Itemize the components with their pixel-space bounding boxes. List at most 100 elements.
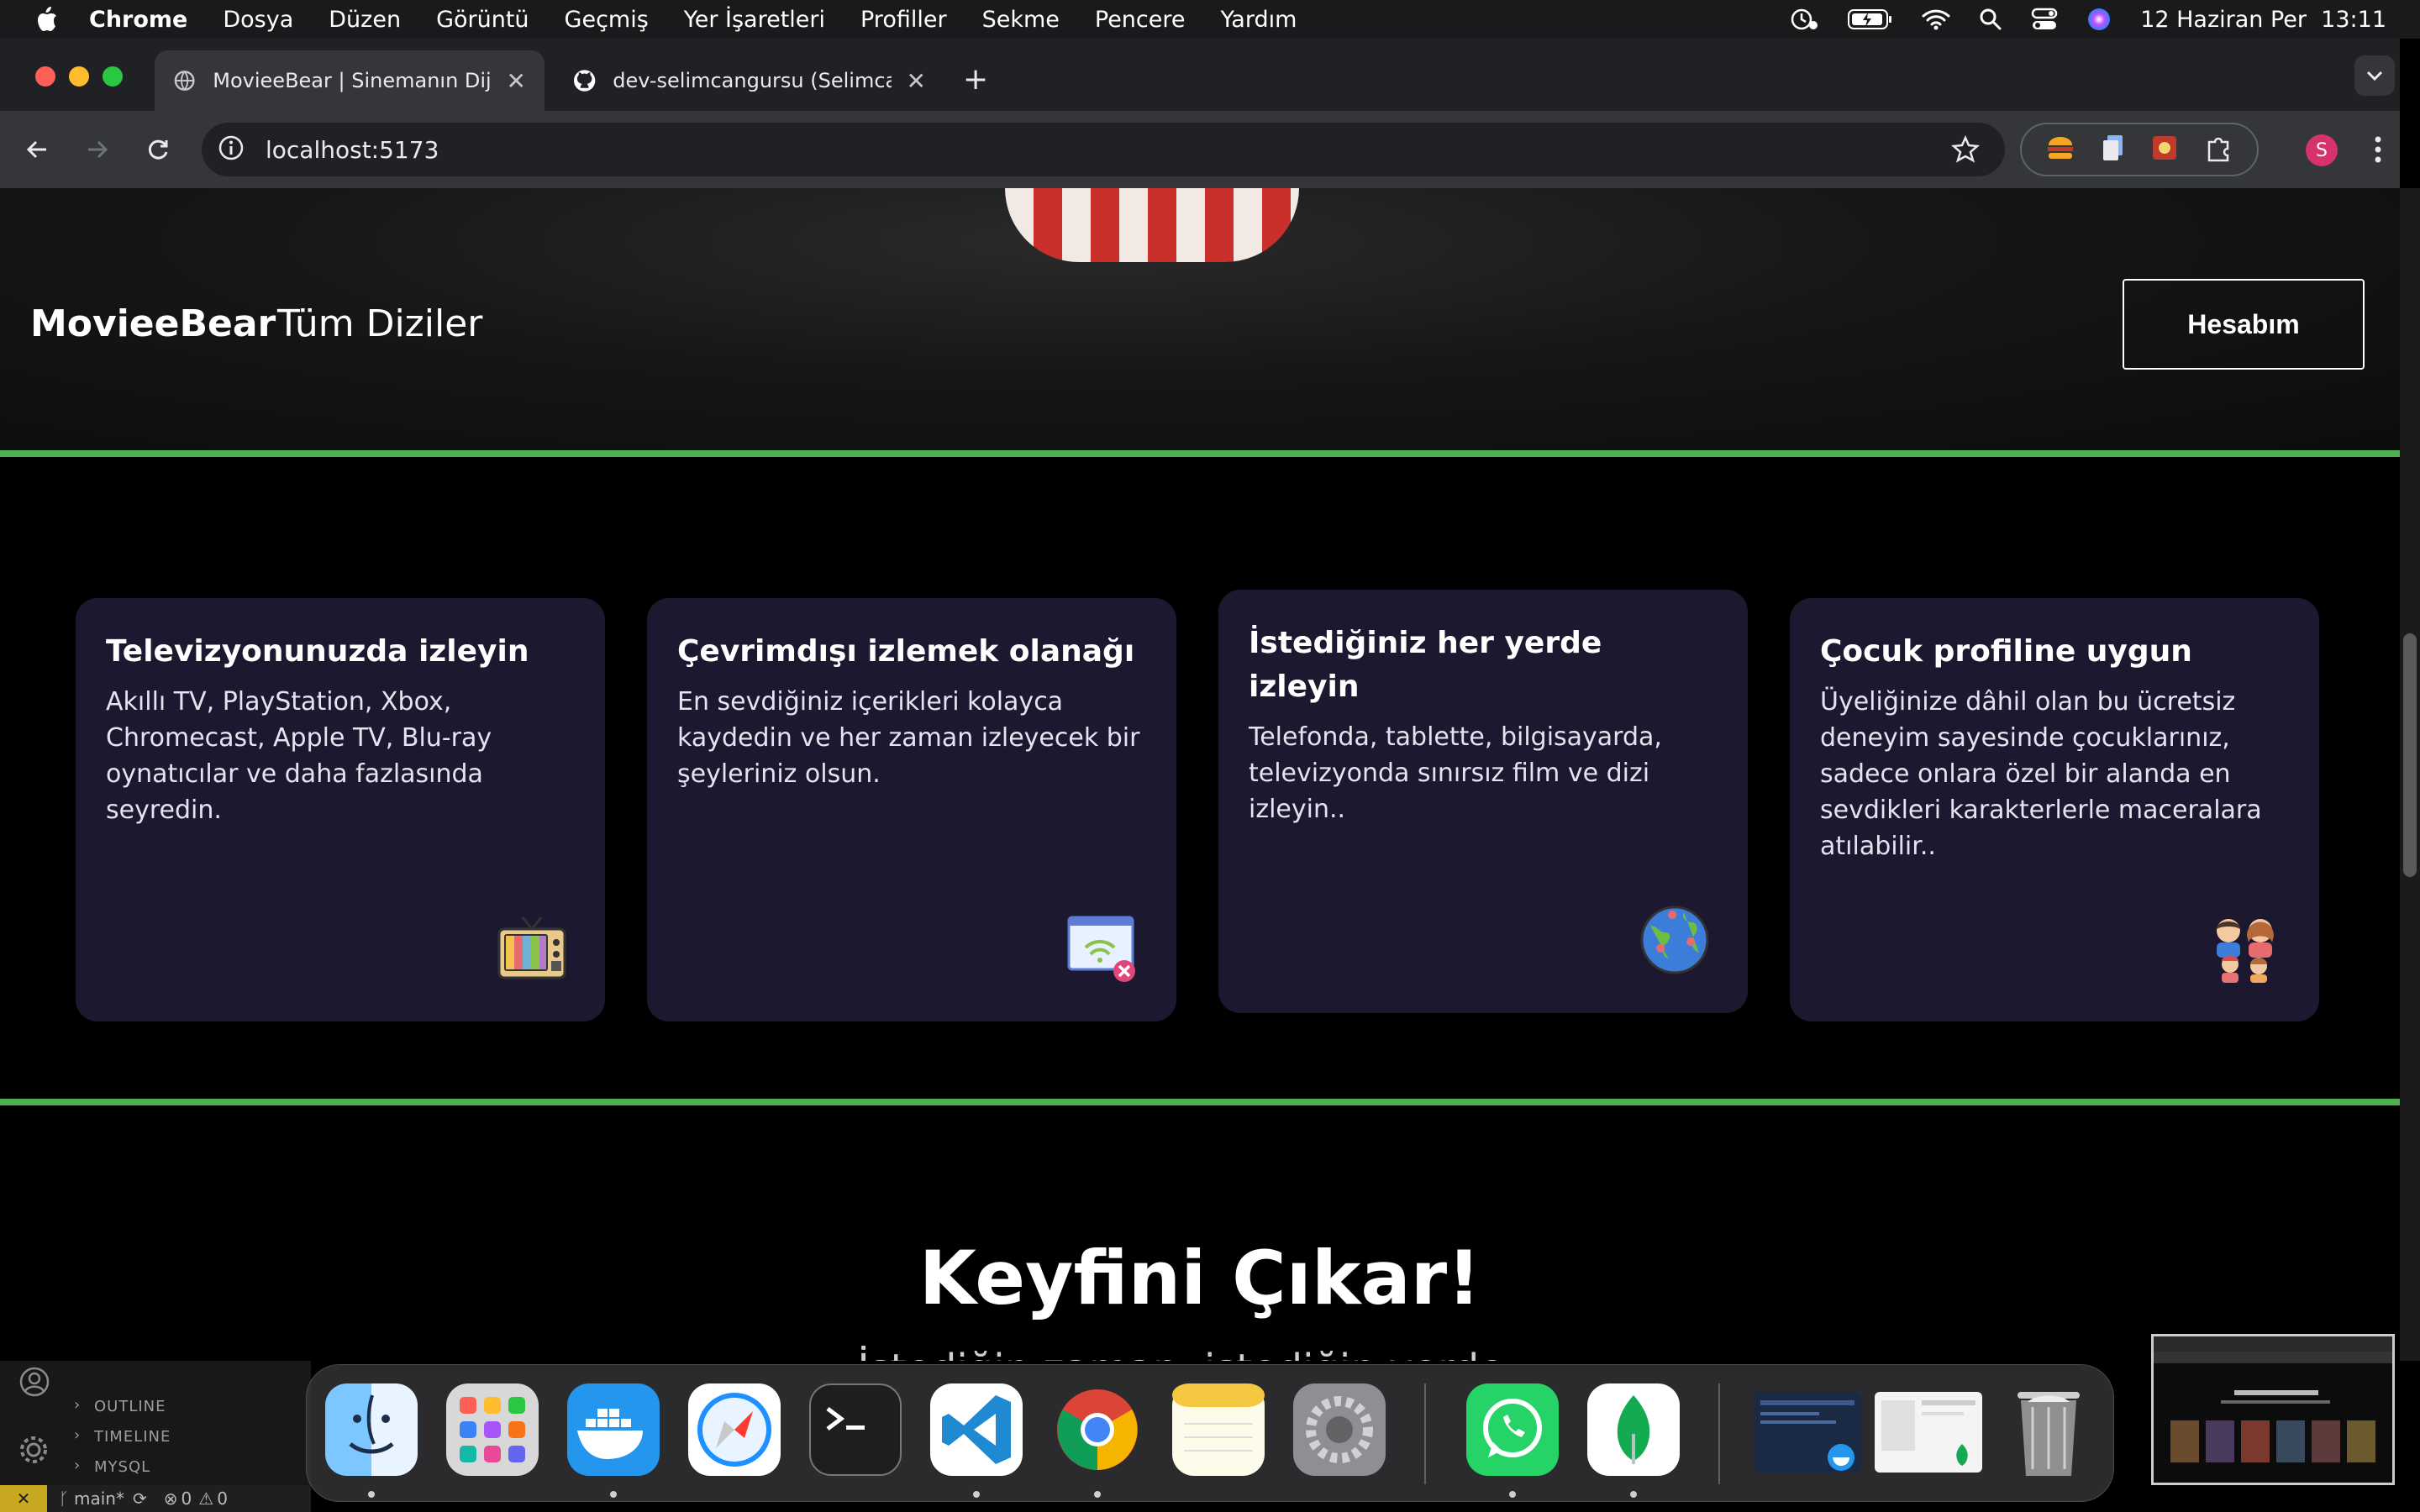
globe-icon: [1640, 906, 1709, 974]
vscode-section-outline[interactable]: OUTLINE: [94, 1398, 166, 1415]
burger-extension-icon[interactable]: [2046, 135, 2075, 164]
apple-menu-icon[interactable]: [34, 7, 59, 32]
screenshot-preview-thumbnail[interactable]: [2151, 1334, 2395, 1485]
finder-icon[interactable]: [325, 1383, 418, 1476]
globe-favicon-icon: [174, 71, 195, 91]
family-icon: [2217, 919, 2274, 983]
bookmark-star-icon[interactable]: [1951, 134, 1980, 167]
account-button[interactable]: Hesabım: [2123, 279, 2365, 370]
running-indicator: [1630, 1491, 1637, 1498]
new-tab-plus-icon[interactable]: +: [963, 62, 988, 97]
chrome-icon[interactable]: [1051, 1383, 1144, 1476]
browser-toolbar: localhost:5173 S: [0, 111, 2400, 188]
tv-icon: [497, 916, 566, 979]
chevron-right-icon: ›: [74, 1426, 81, 1444]
feature-text: Telefonda, tablette, bilgisayarda, telev…: [1249, 722, 1662, 824]
macos-dock: [306, 1364, 2114, 1502]
cta-title: Keyfini Çıkar!: [918, 1235, 1481, 1321]
reload-icon[interactable]: [141, 133, 175, 166]
battery-icon[interactable]: [1848, 8, 1893, 30]
mongodb-compass-icon[interactable]: [1587, 1383, 1680, 1476]
git-branch-name[interactable]: main*: [74, 1488, 124, 1509]
pattern-extension-icon[interactable]: [2151, 134, 2178, 165]
time-machine-icon[interactable]: [1789, 7, 1819, 32]
forward-arrow-icon[interactable]: [81, 133, 114, 166]
menu-sekme[interactable]: Sekme: [982, 7, 1060, 33]
running-indicator: [1509, 1491, 1516, 1498]
warning-count[interactable]: 0: [217, 1488, 228, 1509]
spotlight-search-icon[interactable]: [1979, 8, 2002, 31]
menu-dosya[interactable]: Dosya: [223, 7, 293, 33]
feature-title: Çevrimdışı izlemek olanağı: [677, 634, 1135, 669]
remote-indicator-icon[interactable]: ✕: [0, 1485, 47, 1512]
vscode-icon[interactable]: [930, 1383, 1023, 1476]
tab-close-icon[interactable]: ✕: [507, 67, 526, 95]
launchpad-icon[interactable]: [446, 1383, 539, 1476]
docker-icon[interactable]: [567, 1383, 660, 1476]
page-scrollbar[interactable]: [2400, 188, 2420, 1361]
tab-title: MovieeBear | Sinemanın Dijital: [213, 69, 492, 92]
brand-logo[interactable]: MovieeBear: [30, 302, 276, 345]
menu-goruntu[interactable]: Görüntü: [436, 7, 529, 33]
tab-search-chevron-icon[interactable]: [2354, 55, 2395, 96]
web-page: MovieeBear Tüm Diziler Hesabım Televizyo…: [0, 188, 2400, 1361]
menu-gecmis[interactable]: Geçmiş: [565, 7, 649, 33]
vscode-section-mysql[interactable]: MYSQL: [94, 1458, 150, 1476]
siri-icon[interactable]: [2086, 7, 2112, 32]
trash-icon[interactable]: [2002, 1383, 2095, 1476]
window-zoom-button[interactable]: [103, 66, 123, 87]
url-text[interactable]: localhost:5173: [266, 136, 439, 164]
menu-chrome[interactable]: Chrome: [89, 7, 187, 33]
cta-subtitle: İstediğin zaman, istediğin yerde...: [0, 1346, 2400, 1361]
control-center-icon[interactable]: [2031, 8, 2058, 31]
error-icon: ⊗: [163, 1488, 178, 1509]
menu-profiller[interactable]: Profiller: [860, 7, 947, 33]
menu-duzen[interactable]: Düzen: [329, 7, 401, 33]
copy-extension-icon[interactable]: [2101, 134, 2126, 165]
chevron-right-icon: ›: [74, 1396, 81, 1414]
feature-text: Akıllı TV, PlayStation, Xbox, Chromecast…: [106, 687, 492, 825]
minimized-mongodb-window[interactable]: [1875, 1392, 1982, 1473]
chrome-menu-icon[interactable]: [2375, 136, 2381, 166]
tab-github[interactable]: dev-selimcangursu (Selimcan ✕: [555, 50, 944, 111]
error-count[interactable]: 0: [182, 1488, 192, 1509]
tab-movieebear[interactable]: MovieeBear | Sinemanın Dijital ✕: [155, 50, 544, 111]
menu-pencere[interactable]: Pencere: [1095, 7, 1186, 33]
address-bar[interactable]: localhost:5173: [202, 123, 2005, 176]
nav-link-all-series[interactable]: Tüm Diziler: [277, 302, 482, 345]
wifi-icon[interactable]: [1922, 8, 1950, 30]
extensions-puzzle-icon[interactable]: [2204, 134, 2233, 165]
menubar-clock[interactable]: 12 Haziran Per 13:11: [2140, 7, 2386, 33]
section-divider: [0, 1099, 2400, 1105]
window-minimize-button[interactable]: [69, 66, 89, 87]
sync-icon[interactable]: ⟳: [133, 1488, 147, 1509]
whatsapp-icon[interactable]: [1466, 1383, 1559, 1476]
tab-strip: MovieeBear | Sinemanın Dijital ✕ dev-sel…: [0, 39, 2400, 111]
feature-text: En sevdiğiniz içerikleri kolayca kaydedi…: [677, 687, 1140, 789]
scrollbar-thumb[interactable]: [2403, 633, 2417, 877]
notes-icon[interactable]: [1172, 1383, 1265, 1476]
system-settings-icon[interactable]: [1293, 1383, 1386, 1476]
account-icon[interactable]: [18, 1366, 50, 1401]
menu-yer-isaretleri[interactable]: Yer İşaretleri: [684, 7, 825, 33]
chrome-window: MovieeBear | Sinemanın Dijital ✕ dev-sel…: [0, 39, 2400, 1361]
vscode-status-bar: ✕ ᚴ main* ⟳ ⊗ 0 ⚠ 0: [0, 1485, 311, 1512]
settings-gear-icon[interactable]: [17, 1433, 50, 1470]
running-indicator: [1094, 1491, 1101, 1498]
terminal-icon[interactable]: [809, 1383, 902, 1476]
safari-icon[interactable]: [688, 1383, 781, 1476]
tab-close-icon[interactable]: ✕: [907, 67, 926, 95]
profile-avatar[interactable]: S: [2306, 134, 2338, 166]
feature-title: İstediğiniz her yerde izleyin: [1249, 626, 1602, 704]
github-favicon-icon: [573, 70, 596, 92]
minimized-docker-window[interactable]: [1754, 1392, 1861, 1473]
menu-yardim[interactable]: Yardım: [1221, 7, 1297, 33]
feature-card: Çocuk profiline uygun Üyeliğinize dâhil …: [1790, 598, 2319, 1021]
warning-icon: ⚠: [198, 1488, 214, 1509]
vscode-section-timeline[interactable]: TIMELINE: [94, 1428, 171, 1446]
section-divider: [0, 450, 2400, 457]
chevron-right-icon: ›: [74, 1457, 81, 1474]
back-arrow-icon[interactable]: [20, 133, 54, 166]
window-close-button[interactable]: [35, 66, 55, 87]
site-info-icon[interactable]: [217, 134, 245, 165]
